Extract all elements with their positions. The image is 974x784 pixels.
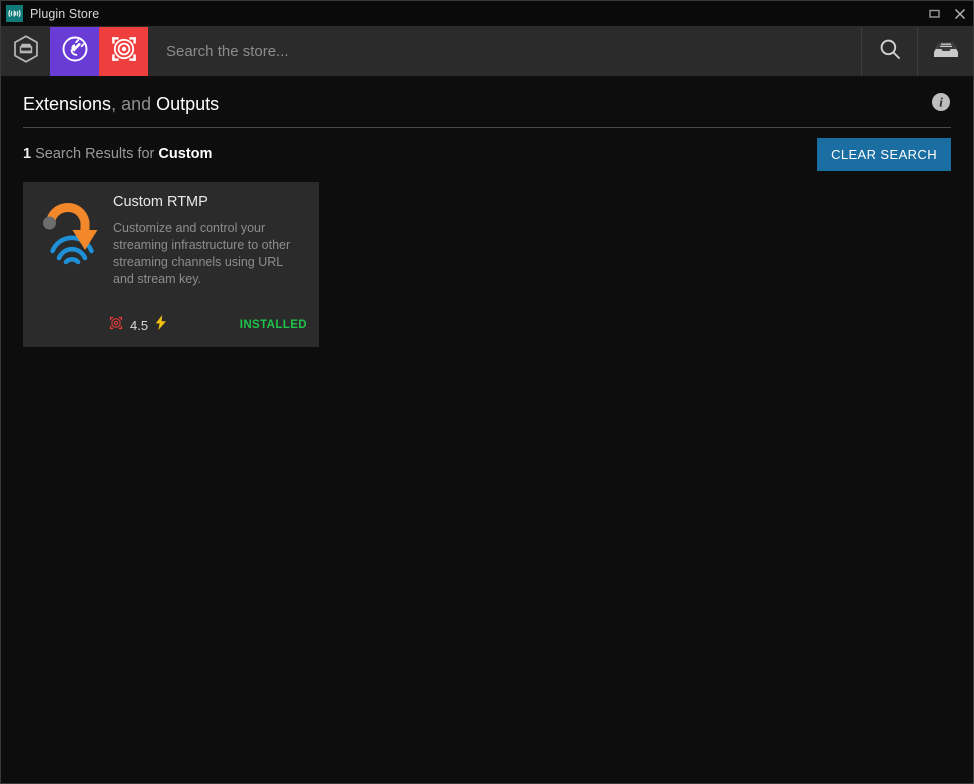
card-footer: 4.5 INSTALLED [35,315,307,335]
card-title: Custom RTMP [113,194,208,210]
results-count: 1 [23,146,32,162]
target-output-icon [109,316,123,335]
inbox-tray-icon [932,37,960,66]
clear-search-button[interactable]: CLEAR SEARCH [817,137,951,171]
content-area: Extensions, and Outputs i 1 Search Resul… [1,77,973,783]
status-badge: INSTALLED [239,319,307,331]
window-title: Plugin Store [30,6,100,21]
window-controls [921,1,973,26]
page-title-secondary: Outputs [156,94,220,114]
page-title: Extensions, and Outputs [23,94,219,115]
card-body: Custom RTMP Customize and control your s… [109,194,307,288]
results-term: Custom [158,146,213,162]
tab-store[interactable] [1,27,50,76]
plugin-card-custom-rtmp[interactable]: Custom RTMP Customize and control your s… [23,182,319,347]
search-field-wrapper[interactable] [148,27,861,76]
rtmp-arrow-signal-icon [35,194,109,288]
search-button[interactable] [861,27,917,76]
rating-value: 4.5 [130,317,149,333]
info-icon: i [931,92,951,117]
page-title-primary: Extensions [23,94,112,114]
section-header: Extensions, and Outputs i [23,77,951,128]
plug-circle-icon [60,34,90,69]
plugin-store-window: Plugin Store Search the store... Extensi… [0,0,974,784]
signal-wave-icon [6,5,23,22]
maximize-button[interactable] [921,1,947,27]
close-button[interactable] [947,1,973,27]
results-summary: 1 Search Results for Custom [23,146,212,162]
main-toolbar [1,27,973,77]
svg-text:i: i [939,95,943,110]
title-bar: Plugin Store [1,1,973,27]
results-bar: 1 Search Results for Custom CLEAR SEARCH [23,128,951,180]
plugin-card-list: Custom RTMP Customize and control your s… [23,180,951,347]
card-top: Custom RTMP Customize and control your s… [35,194,307,288]
inbox-button[interactable] [917,27,973,76]
lightning-bolt-icon [155,315,167,335]
info-button[interactable]: i [931,92,951,117]
search-input[interactable] [166,43,861,60]
store-hexagon-icon [11,34,41,69]
results-label: Search Results for [35,146,155,162]
search-icon [878,37,902,66]
target-output-icon [109,34,139,69]
tab-outputs[interactable] [99,27,148,76]
page-title-middle: , and [111,94,157,114]
card-description: Customize and control your streaming inf… [113,221,291,286]
tab-plugins[interactable] [50,27,99,76]
card-rating: 4.5 [35,315,167,335]
